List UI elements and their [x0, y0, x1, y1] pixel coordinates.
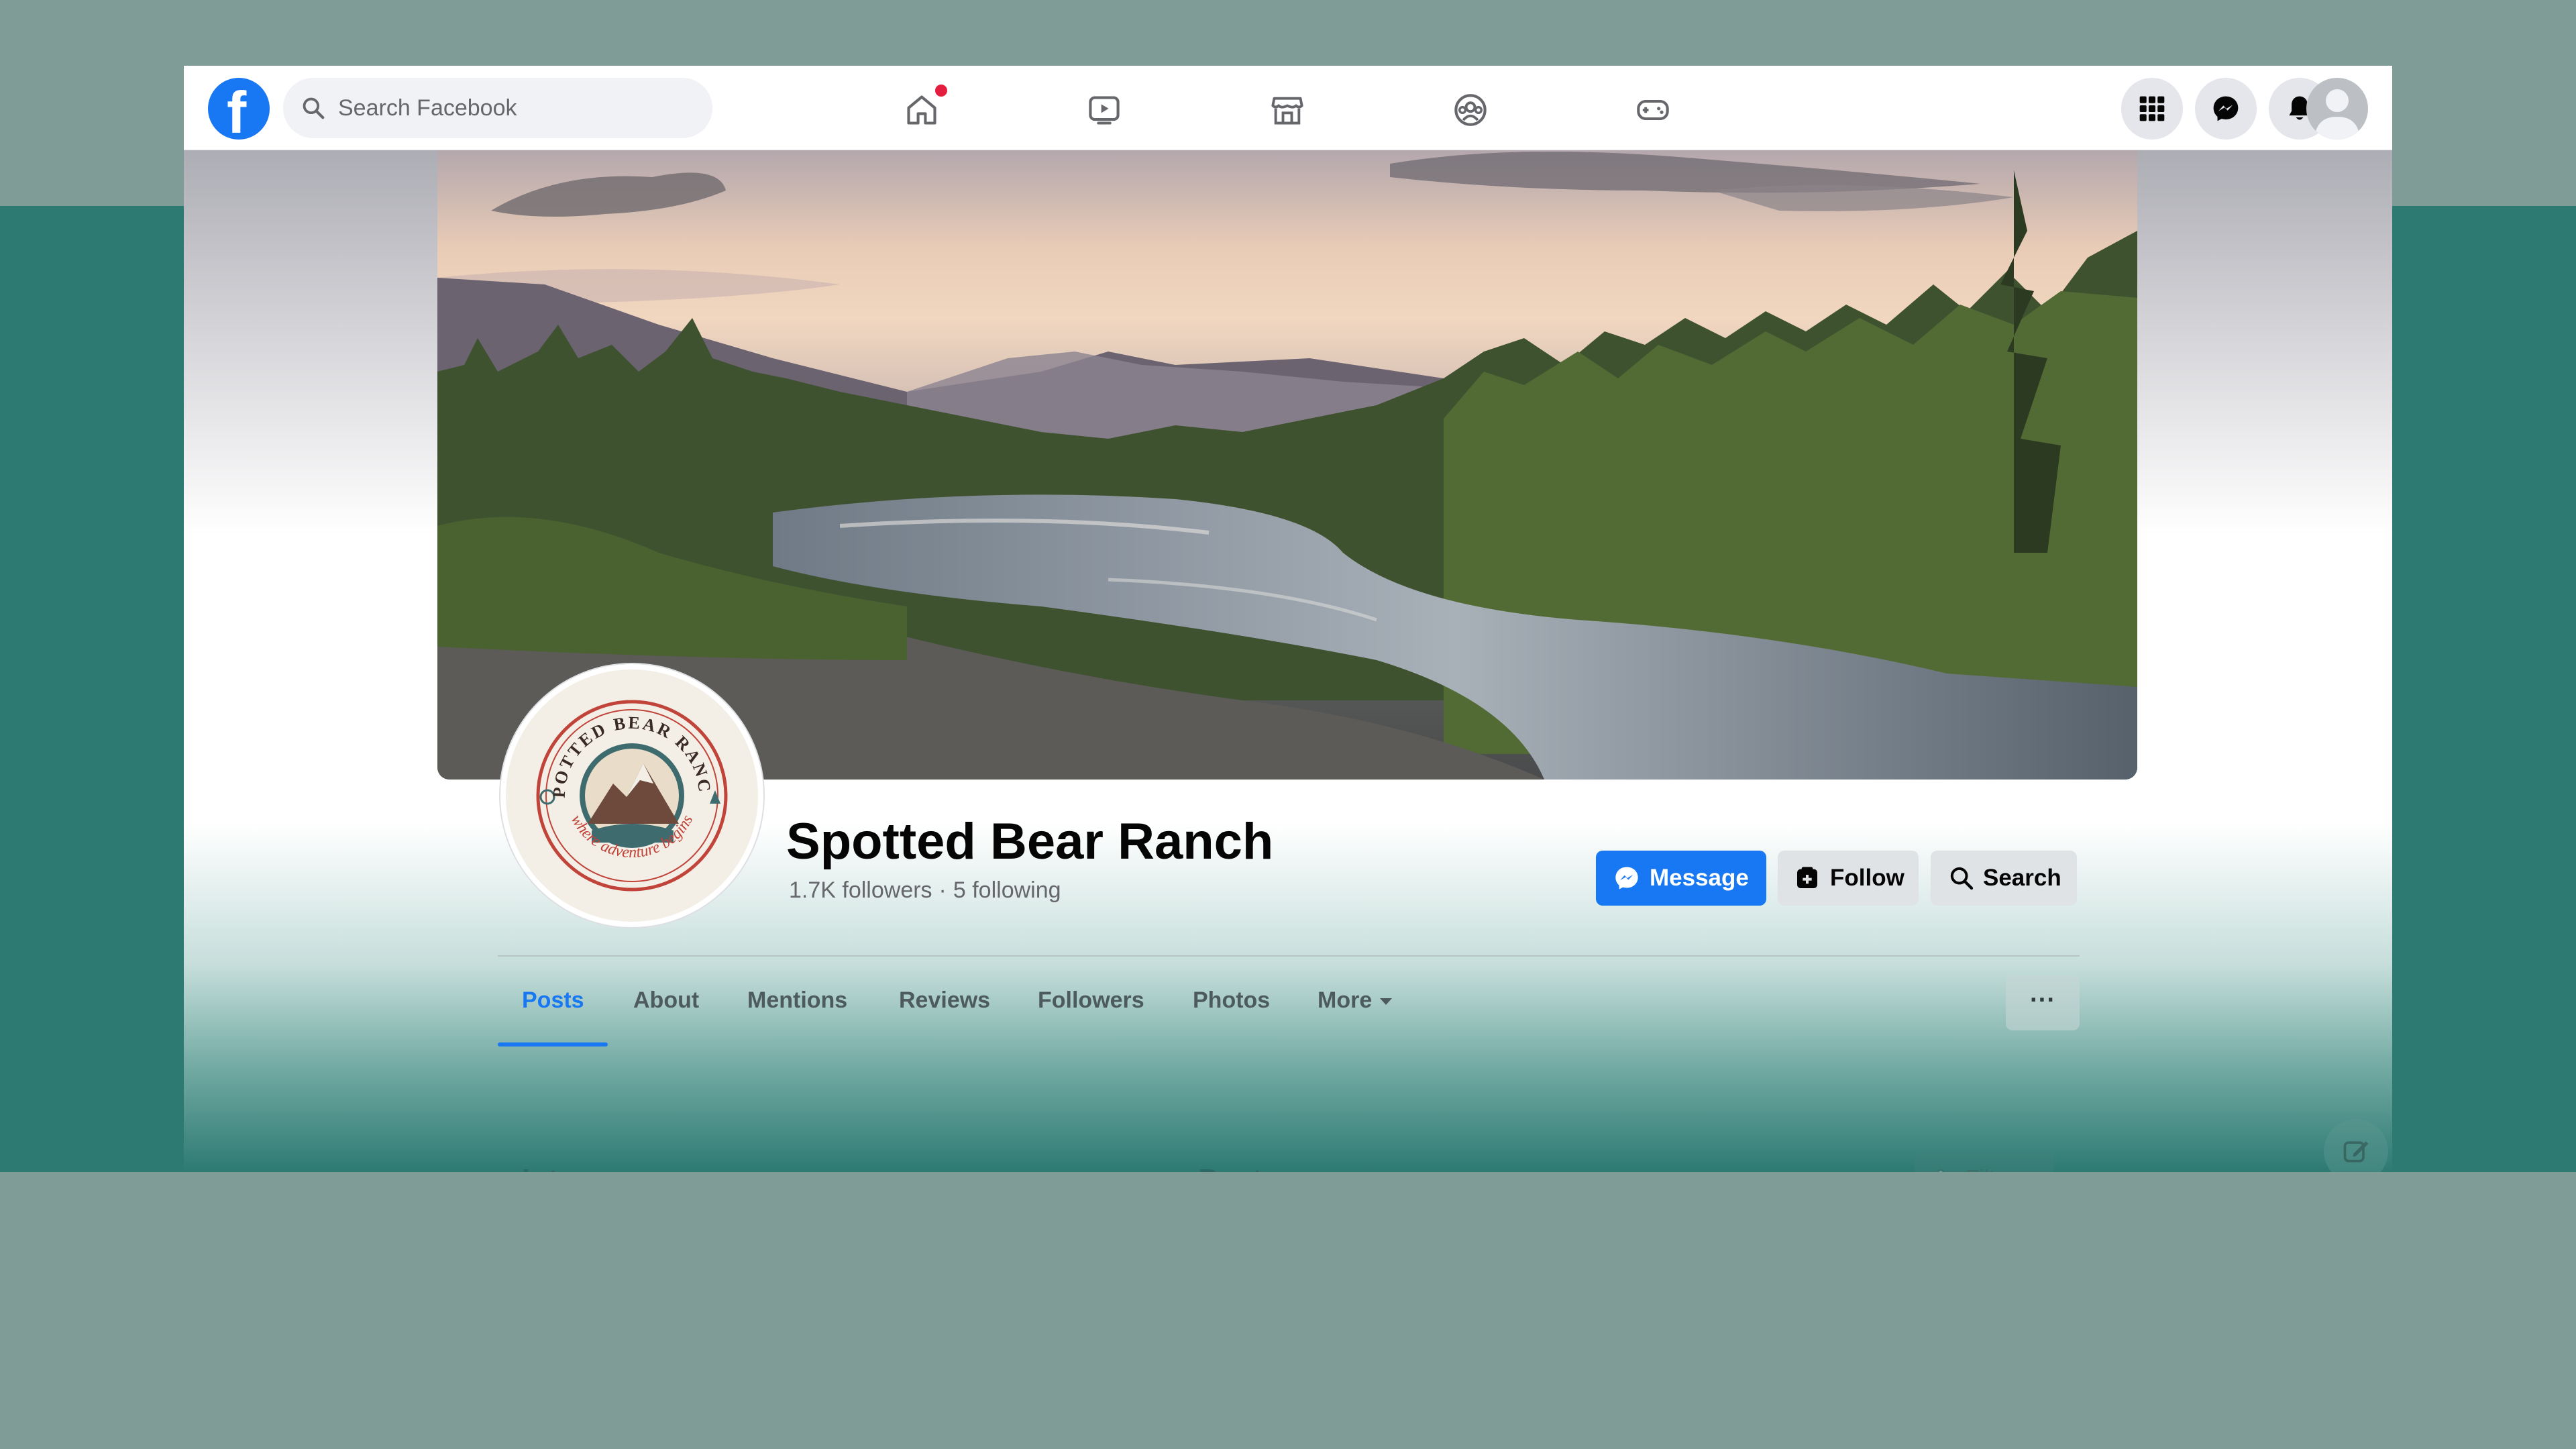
tab-followers[interactable]: Followers	[1038, 986, 1144, 1014]
filter-sliders-icon	[1937, 1169, 1945, 1172]
tab-posts[interactable]: Posts	[522, 986, 584, 1014]
follow-button-label: Follow	[1830, 865, 1904, 891]
message-button[interactable]: Message	[1596, 851, 1766, 906]
gaming-icon	[1637, 99, 1669, 121]
home-icon	[907, 95, 936, 125]
tab-mentions[interactable]: Mentions	[747, 986, 847, 1014]
search-icon	[303, 97, 325, 119]
following-count-link[interactable]: 5 following	[953, 877, 1061, 903]
tab-more[interactable]: More	[1318, 986, 1393, 1014]
marketplace-icon	[1271, 97, 1303, 125]
ellipsis-icon: ···	[2030, 986, 2055, 1014]
compose-edit-icon	[2343, 1141, 2369, 1163]
ranch-logo: SPOTTED BEAR RANCH where adventure begin…	[526, 690, 728, 892]
page-search-button[interactable]: Search	[1931, 851, 2077, 906]
stats-separator: ·	[938, 877, 947, 903]
notification-dot	[935, 85, 947, 97]
nav-home[interactable]	[890, 79, 950, 137]
page-profile-picture[interactable]: SPOTTED BEAR RANCH where adventure begin…	[500, 664, 763, 927]
search-input[interactable]: Search Facebook	[283, 78, 712, 138]
menu-button[interactable]	[2121, 78, 2183, 140]
page-title: Spotted Bear Ranch	[786, 813, 1274, 870]
browser-window: f Search Facebook POTTED BEAR RANC where…	[184, 66, 2392, 1172]
watch-icon	[1089, 96, 1120, 125]
tab-more-label: More	[1318, 987, 1373, 1013]
tab-about[interactable]: About	[633, 986, 699, 1014]
search-icon	[1950, 867, 1974, 890]
active-tab-indicator	[498, 1042, 608, 1046]
follow-icon	[1797, 867, 1817, 888]
caret-down-icon	[1380, 998, 1393, 1006]
profile-divider	[498, 955, 2080, 957]
tab-reviews[interactable]: Reviews	[899, 986, 990, 1014]
follow-button[interactable]: Follow	[1778, 851, 1919, 906]
nav-watch[interactable]	[1072, 79, 1132, 137]
posts-heading: Posts	[1198, 1163, 1279, 1172]
top-navigation-bar: f Search Facebook	[184, 66, 2392, 150]
filters-button[interactable]: Filters	[1915, 1151, 2054, 1172]
facebook-logo[interactable]: f	[208, 78, 270, 144]
search-placeholder: Search Facebook	[338, 95, 517, 121]
user-silhouette-icon	[2314, 89, 2360, 140]
filters-label: Filters	[1966, 1165, 2026, 1172]
tab-photos[interactable]: Photos	[1193, 986, 1270, 1014]
groups-icon	[1454, 94, 1487, 126]
nav-gaming[interactable]	[1621, 79, 1681, 137]
page-stats: 1.7K followers · 5 following	[789, 876, 1061, 904]
menu-grid-icon	[2139, 96, 2165, 121]
messenger-icon	[1615, 867, 1638, 890]
nav-marketplace[interactable]	[1255, 79, 1316, 137]
more-options-button[interactable]: ···	[2006, 975, 2080, 1030]
account-avatar[interactable]	[2306, 78, 2368, 140]
search-button-label: Search	[1983, 865, 2061, 891]
new-message-button[interactable]	[2324, 1119, 2388, 1172]
messenger-button[interactable]	[2195, 78, 2257, 140]
message-button-label: Message	[1650, 865, 1749, 891]
nav-groups[interactable]	[1438, 79, 1499, 137]
messenger-icon	[2213, 96, 2239, 121]
intro-heading: Intro	[522, 1163, 588, 1172]
followers-count-link[interactable]: 1.7K followers	[789, 877, 932, 903]
